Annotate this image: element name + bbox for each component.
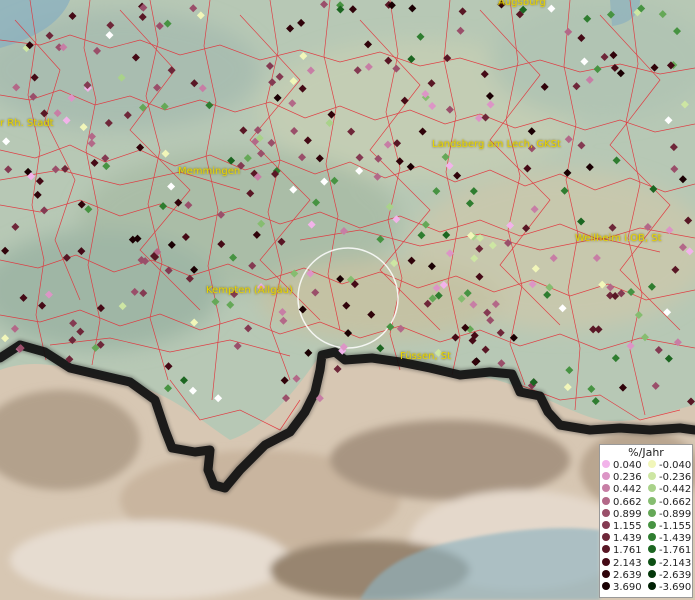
legend-swatch (648, 521, 656, 529)
legend-value: -1.761 (659, 545, 692, 557)
legend-entry-negative: -2.639 (648, 569, 692, 582)
legend-swatch (602, 582, 610, 590)
legend-title: %/Jahr (628, 446, 664, 459)
legend-swatch (648, 484, 656, 493)
legend-entry-negative: -1.155 (648, 521, 691, 533)
legend-swatch (648, 460, 656, 468)
legend-entry-positive: 1.761 (602, 545, 642, 557)
legend-swatch (602, 533, 610, 542)
legend-entry-positive: 2.143 (602, 557, 642, 570)
legend-value: -1.155 (659, 521, 692, 532)
legend-entry-positive: 1.439 (602, 533, 642, 545)
legend-entry-negative: -3.690 (648, 582, 691, 594)
legend-swatch (648, 582, 656, 590)
legend-value: -2.639 (659, 569, 692, 581)
legend-swatch (648, 496, 656, 505)
legend-entry-positive: 0.236 (602, 472, 642, 484)
legend-swatch (602, 496, 610, 505)
legend-value: 2.639 (613, 569, 642, 581)
legend-swatch (648, 569, 656, 578)
legend-swatch (602, 557, 610, 566)
legend-entry-negative: -1.761 (648, 545, 691, 557)
legend-entry-negative: -0.662 (648, 496, 692, 509)
town-label-weilheim: Weilheim i.OB, St (575, 233, 662, 244)
legend-entry-positive: 2.639 (602, 569, 642, 582)
legend-value: 3.690 (613, 582, 642, 593)
legend-value: 1.761 (613, 545, 642, 557)
legend-swatch (602, 484, 610, 493)
legend-swatch (648, 545, 656, 554)
legend-value: -2.143 (659, 557, 692, 569)
legend-value: -0.442 (659, 484, 692, 496)
legend-swatch (602, 569, 610, 578)
town-label-fuessen: Füssen, St (400, 351, 452, 362)
legend-swatch (602, 521, 610, 529)
legend-swatch (648, 472, 656, 481)
legend-value: -0.040 (659, 460, 692, 471)
legend-entry-negative: -0.899 (648, 508, 692, 521)
legend-value: -1.439 (659, 533, 692, 545)
town-label-landsberg: Landsberg am Lech, GKSt (432, 139, 561, 150)
map-canvas[interactable] (0, 0, 695, 600)
legend-swatch (648, 557, 656, 566)
town-label-kempten: Kempten (Allgäu) (206, 285, 293, 296)
legend-entry-negative: -0.236 (648, 472, 691, 484)
legend-value: -3.690 (659, 582, 692, 593)
legend-entry-negative: -0.442 (648, 484, 691, 496)
legend-swatch (602, 460, 610, 468)
legend-entry-positive: 0.662 (602, 496, 642, 509)
legend-swatch (648, 533, 656, 542)
legend-entry-negative: -1.439 (648, 533, 691, 545)
legend-value: -0.236 (659, 472, 692, 484)
legend-value: 1.439 (613, 533, 642, 545)
legend-value: 0.662 (613, 496, 642, 508)
legend-value: 2.143 (613, 557, 642, 569)
town-label-augsburg: Augsburg (498, 0, 546, 8)
legend-value: 0.236 (613, 472, 642, 484)
legend-entry-positive: 0.899 (602, 508, 642, 521)
legend-value: -0.899 (659, 508, 692, 520)
legend-value: 0.040 (613, 460, 642, 471)
legend-value: -0.662 (659, 496, 692, 508)
legend-entry-negative: -0.040 (648, 460, 691, 472)
legend-entry-positive: 3.690 (602, 582, 642, 594)
town-label-memmingen: Memmingen (178, 166, 241, 177)
legend-entry-positive: 0.040 (602, 460, 642, 472)
legend-swatch (602, 472, 610, 481)
legend-entry-positive: 1.155 (602, 521, 642, 533)
legend-swatch (602, 545, 610, 554)
legend: %/Jahr 0.040 -0.040 0.236 -0.236 0.442 -0.442… (599, 444, 693, 598)
legend-value: 0.442 (613, 484, 642, 496)
legend-value: 1.155 (613, 521, 642, 532)
legend-entry-positive: 0.442 (602, 484, 642, 496)
town-label-stadt: r Rh. Stadt (0, 118, 54, 129)
legend-swatch (648, 508, 656, 517)
legend-value: 0.899 (613, 508, 642, 520)
legend-swatch (602, 508, 610, 517)
legend-entry-negative: -2.143 (648, 557, 692, 570)
